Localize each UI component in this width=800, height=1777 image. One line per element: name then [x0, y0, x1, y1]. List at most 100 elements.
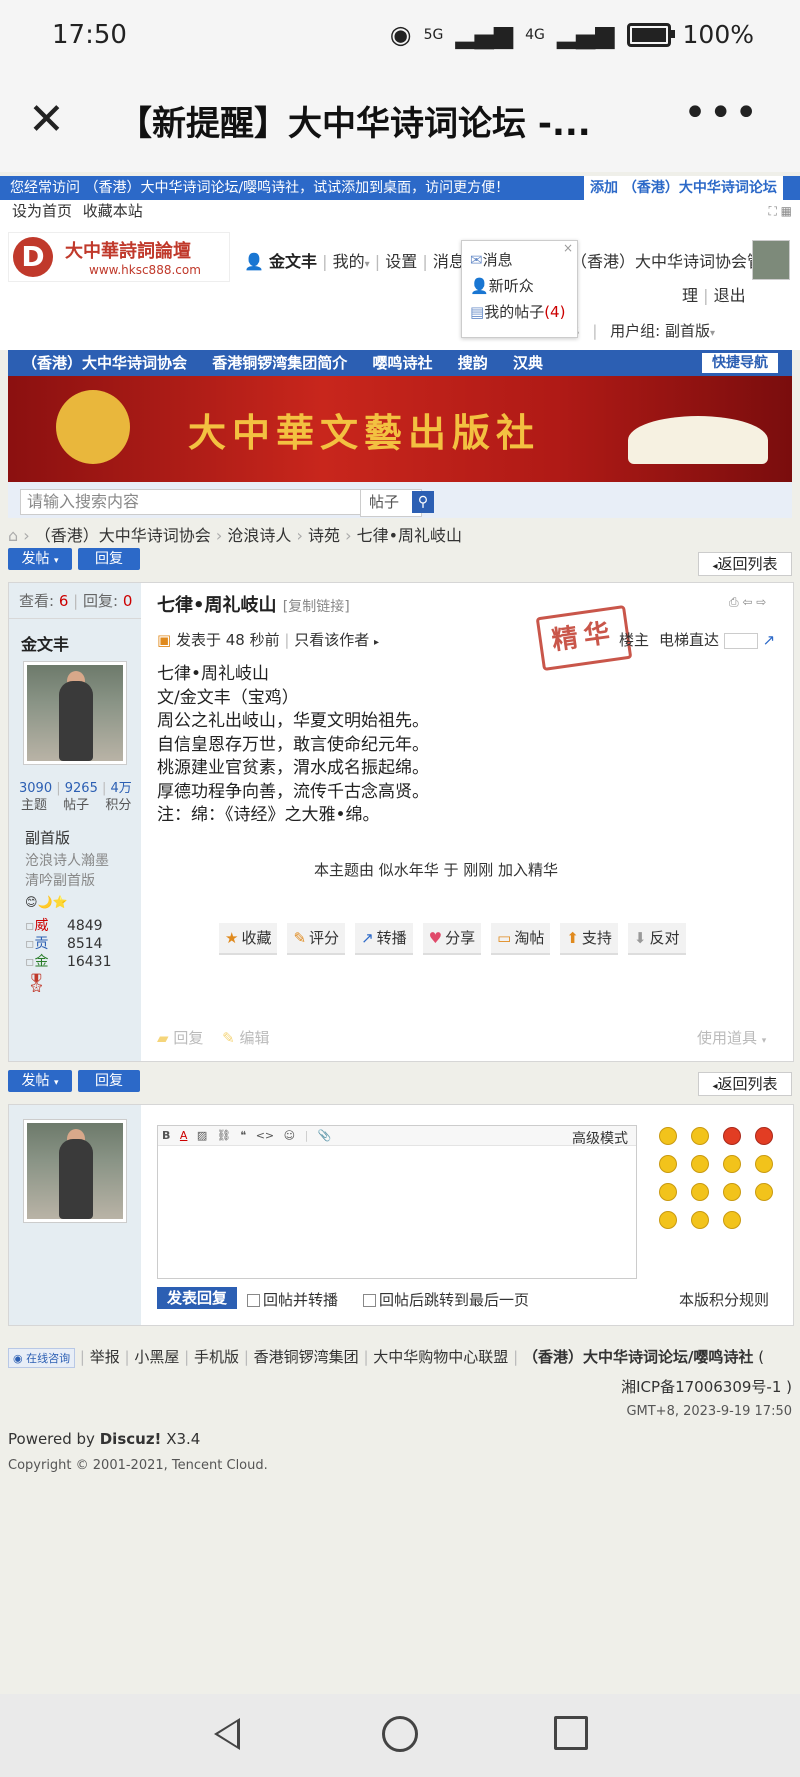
footer-link-alliance[interactable]: 大中华购物中心联盟 [373, 1348, 508, 1366]
go-icon[interactable]: ↗ [763, 631, 776, 649]
smiley-icon[interactable] [691, 1183, 709, 1201]
nav-item-association[interactable]: （香港）大中华诗词协会 [22, 354, 187, 372]
font-color-icon[interactable]: A [180, 1129, 188, 1142]
support-button[interactable]: ⬆ 支持 [560, 923, 618, 955]
manage-link[interactable]: 理 [682, 286, 698, 305]
search-icon[interactable]: ⚲ [412, 491, 434, 513]
favorite-button[interactable]: ★ 收藏 [219, 923, 278, 955]
smiley-icon[interactable] [723, 1211, 741, 1229]
new-post-button-bottom[interactable]: 发帖 ▾ [8, 1070, 72, 1092]
footer-site-name[interactable]: （香港）大中华诗词论坛/嘤鸣诗社 [523, 1348, 753, 1366]
reply-forward-checkbox[interactable] [247, 1294, 260, 1307]
elevator-input[interactable] [723, 632, 758, 649]
nav-item-yingming[interactable]: 嘤鸣诗社 [373, 354, 433, 372]
bookmark-link[interactable]: 收藏本站 [83, 202, 143, 220]
online-consult-button[interactable]: ◉ 在线咨询 [8, 1348, 76, 1368]
nav-item-group-intro[interactable]: 香港铜锣湾集团简介 [212, 354, 347, 372]
footer-link-mobile[interactable]: 手机版 [194, 1348, 239, 1366]
smiley-icon[interactable] [691, 1127, 709, 1145]
advanced-mode-link[interactable]: 高级模式 [572, 1128, 628, 1148]
recents-icon[interactable] [554, 1716, 588, 1750]
smiley-icon[interactable] [755, 1183, 773, 1201]
nav-item-souyun[interactable]: 搜韵 [458, 354, 488, 372]
username-link[interactable]: 金文丰 [269, 252, 317, 271]
quote-icon[interactable]: ❝ [240, 1129, 246, 1142]
breadcrumb-item[interactable]: 诗苑 [308, 526, 340, 545]
credit-rules-link[interactable]: 本版积分规则 [679, 1289, 769, 1310]
oppose-button[interactable]: ⬇ 反对 [627, 923, 686, 955]
quick-nav-button[interactable]: 快捷导航 [702, 353, 778, 373]
logout-link[interactable]: 退出 [714, 286, 746, 305]
smiley-icon[interactable] [659, 1127, 677, 1145]
use-tools-link[interactable]: 使用道具 ▾ [697, 1027, 766, 1048]
new-post-button[interactable]: 发帖 ▾ [8, 548, 72, 570]
share-button[interactable]: ♥ 分享 [422, 923, 482, 955]
collect-button[interactable]: ▭ 淘帖 [491, 923, 551, 955]
more-icon[interactable]: ••• [683, 90, 760, 136]
image-icon[interactable]: ▨ [197, 1129, 207, 1142]
rate-button[interactable]: ✎ 评分 [287, 923, 346, 955]
bold-icon[interactable]: B [162, 1129, 170, 1142]
copy-link[interactable]: [复制链接] [283, 599, 350, 615]
author-only-link[interactable]: 只看该作者 [294, 631, 369, 649]
nav-item-handian[interactable]: 汉典 [513, 354, 543, 372]
reply-editor[interactable]: B A ▨ ⛓ ❝ <> ☺ | 📎 高级模式 [157, 1125, 637, 1279]
jump-last-checkbox[interactable] [363, 1294, 376, 1307]
author-group[interactable]: 副首版 [25, 827, 70, 848]
attachment-icon[interactable]: 📎 [318, 1129, 332, 1142]
my-menu[interactable]: 我的 [333, 252, 365, 271]
smiley-icon[interactable] [659, 1211, 677, 1229]
smiley-icon[interactable] [659, 1155, 677, 1173]
add-to-desktop-button[interactable]: 添加 （香港）大中华诗词论坛 [584, 176, 783, 200]
smiley-icon[interactable] [755, 1155, 773, 1173]
usergroup-link[interactable]: 用户组: 副首版 [610, 322, 710, 340]
smiley-icon[interactable] [755, 1127, 773, 1145]
banner[interactable]: 大中華文藝出版社 [8, 376, 792, 482]
smiley-icon[interactable] [723, 1183, 741, 1201]
back-icon[interactable] [214, 1718, 240, 1750]
back-to-list-button[interactable]: ◂返回列表 [698, 552, 792, 576]
reply-link[interactable]: ▰ 回复 [157, 1029, 203, 1047]
link-icon[interactable]: ⛓ [217, 1129, 231, 1142]
medal-icon[interactable]: 🎖 [25, 973, 55, 999]
author-avatar[interactable] [23, 661, 127, 765]
reply-forward-option[interactable]: 回帖并转播 [247, 1289, 338, 1310]
print-icon[interactable]: ⎙ ⇦ ⇨ [729, 595, 766, 610]
close-icon[interactable]: ✕ [28, 94, 65, 145]
footer-link-blackroom[interactable]: 小黑屋 [134, 1348, 179, 1366]
submit-reply-button[interactable]: 发表回复 [157, 1287, 237, 1309]
smiley-icon[interactable] [723, 1155, 741, 1173]
popup-item-messages[interactable]: ✉消息 [470, 249, 513, 270]
code-icon[interactable]: <> [256, 1129, 274, 1142]
footer-link-group[interactable]: 香港铜锣湾集团 [254, 1348, 359, 1366]
my-avatar[interactable] [23, 1119, 127, 1223]
smiley-icon[interactable] [691, 1155, 709, 1173]
reply-button-bottom[interactable]: 回复 [78, 1070, 140, 1092]
smiley-icon[interactable] [691, 1211, 709, 1229]
org-link[interactable]: （香港）大中华诗词协会管 [571, 252, 763, 271]
footer-link-report[interactable]: 举报 [90, 1348, 120, 1366]
breadcrumb-item[interactable]: （香港）大中华诗词协会 [35, 526, 211, 545]
forward-button[interactable]: ↗ 转播 [355, 923, 413, 955]
popup-item-followers[interactable]: 👤新听众 [470, 275, 534, 296]
popup-close-icon[interactable]: × [563, 241, 573, 255]
author-name[interactable]: 金文丰 [21, 631, 69, 655]
home-icon[interactable]: ⌂ [8, 526, 18, 545]
discuz-link[interactable]: Discuz! [100, 1430, 162, 1448]
reply-button[interactable]: 回复 [78, 548, 140, 570]
jump-last-option[interactable]: 回帖后跳转到最后一页 [363, 1289, 529, 1310]
settings-link[interactable]: 设置 [385, 252, 417, 271]
popup-item-my-posts[interactable]: ▤我的帖子(4) [470, 301, 565, 322]
expand-icon[interactable]: ⛶ ▦ [768, 200, 792, 222]
site-logo[interactable]: D 大中華詩詞論壇 www.hksc888.com [8, 232, 230, 282]
set-home-link[interactable]: 设为首页 [12, 202, 72, 220]
smiley-icon[interactable] [659, 1183, 677, 1201]
breadcrumb-item[interactable]: 沧浪诗人 [227, 526, 291, 545]
smiley-icon[interactable] [723, 1127, 741, 1145]
avatar[interactable] [752, 240, 790, 280]
breadcrumb-item[interactable]: 七律•周礼岐山 [357, 526, 462, 545]
home-icon[interactable] [382, 1716, 418, 1752]
back-to-list-button-bottom[interactable]: ◂返回列表 [698, 1072, 792, 1096]
search-input[interactable]: 请输入搜索内容 [20, 489, 368, 515]
smiley-icon[interactable]: ☺ [284, 1129, 295, 1142]
